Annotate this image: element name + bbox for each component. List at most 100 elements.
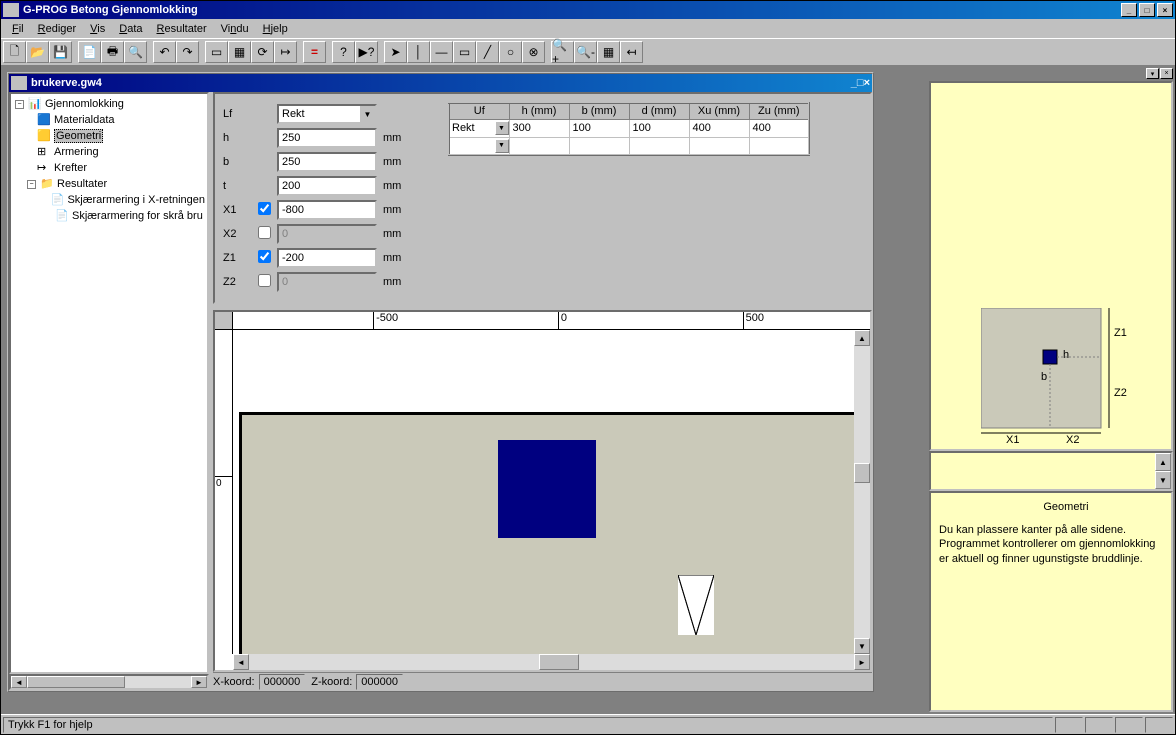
scroll-right-icon[interactable]: ► [854, 654, 870, 670]
viewport-hscroll[interactable]: ◄ ► [233, 654, 870, 670]
cell-d[interactable]: 100 [629, 119, 689, 137]
scroll-up-icon[interactable]: ▲ [1155, 453, 1171, 471]
drawing-canvas[interactable] [233, 330, 854, 654]
x1-input[interactable] [277, 200, 377, 220]
new-button[interactable]: 🗋 [3, 41, 26, 63]
print-button[interactable]: 🖶 [101, 41, 124, 63]
zcoord-label: Z-koord: [311, 676, 352, 688]
tree-resultater[interactable]: −📁 Resultater [13, 176, 205, 192]
doc-maximize-button[interactable]: □ [857, 77, 864, 89]
table-row[interactable]: Rekt▼ 300 100 100 400 400 [449, 119, 809, 137]
col-zu[interactable]: Zu (mm) [749, 103, 809, 119]
z2-checkbox[interactable] [258, 274, 271, 287]
grid-button[interactable]: ▦ [597, 41, 620, 63]
find-button[interactable]: 🔍 [124, 41, 147, 63]
menu-fil[interactable]: Fil [5, 21, 31, 37]
rect-button[interactable]: ▭ [453, 41, 476, 63]
tree-hscroll[interactable]: ◄ ► [9, 674, 209, 690]
xcircle-button[interactable]: ⊗ [522, 41, 545, 63]
cell-h[interactable]: 300 [509, 119, 569, 137]
snap-button[interactable]: ↤ [620, 41, 643, 63]
table-row[interactable]: ▼ [449, 137, 809, 155]
dock-close-button[interactable]: × [1160, 68, 1173, 79]
column-shape[interactable] [498, 440, 596, 538]
cell-b[interactable]: 100 [569, 119, 629, 137]
scroll-left-icon[interactable]: ◄ [11, 676, 27, 688]
item-icon: ↦ [37, 161, 51, 175]
hole-shape[interactable] [678, 575, 714, 635]
menu-hjelp[interactable]: Hjelp [256, 21, 295, 37]
circle-button[interactable]: ○ [499, 41, 522, 63]
col-uf[interactable]: Uf [449, 103, 509, 119]
preview-button[interactable]: 📄 [78, 41, 101, 63]
tree-result-2[interactable]: 📄 Skjærarmering for skrå bru [13, 208, 205, 224]
cell-uf-empty[interactable]: ▼ [449, 137, 509, 155]
viewport-vscroll[interactable]: ▲ ▼ [854, 330, 870, 654]
undo-button[interactable]: ↶ [153, 41, 176, 63]
status-box [1085, 717, 1113, 733]
doc-close-button[interactable]: × [864, 77, 870, 89]
scroll-down-icon[interactable]: ▼ [854, 638, 870, 654]
scroll-right-icon[interactable]: ► [191, 676, 207, 688]
chevron-down-icon[interactable]: ▼ [495, 121, 509, 135]
cell-uf[interactable]: Rekt▼ [449, 119, 509, 137]
tool-c-button[interactable]: ⟳ [251, 41, 274, 63]
tool-a-button[interactable]: ▭ [205, 41, 228, 63]
menu-resultater[interactable]: Resultater [150, 21, 214, 37]
folder-icon: 📁 [40, 177, 54, 191]
zoomout-button[interactable]: 🔍- [574, 41, 597, 63]
zoomin-button[interactable]: 🔍+ [551, 41, 574, 63]
dock-minimize-button[interactable]: ▾ [1146, 68, 1159, 79]
t-input[interactable] [277, 176, 377, 196]
lf-select[interactable]: Rekt ▼ [277, 104, 377, 124]
col-b[interactable]: b (mm) [569, 103, 629, 119]
pointer-button[interactable]: ➤ [384, 41, 407, 63]
scroll-left-icon[interactable]: ◄ [233, 654, 249, 670]
x2-checkbox[interactable] [258, 226, 271, 239]
open-button[interactable]: 📂 [26, 41, 49, 63]
tool-b-button[interactable]: ▦ [228, 41, 251, 63]
tool-d-button[interactable]: ↦ [274, 41, 297, 63]
menu-rediger[interactable]: Rediger [31, 21, 84, 37]
help-button[interactable]: ? [332, 41, 355, 63]
tree-root[interactable]: −📊 Gjennomlokking [13, 96, 205, 112]
z1-checkbox[interactable] [258, 250, 271, 263]
toolbar: 🗋 📂 💾 📄 🖶 🔍 ↶ ↷ ▭ ▦ ⟳ ↦ = ? ▶? ➤ │ — ▭ ╱… [1, 38, 1175, 66]
z1-input[interactable] [277, 248, 377, 268]
ruler-vertical: 0 [215, 330, 233, 654]
maximize-button[interactable]: □ [1139, 3, 1155, 17]
cell-zu[interactable]: 400 [749, 119, 809, 137]
doc-icon: 📄 [55, 209, 69, 223]
tree-krefter[interactable]: ↦ Krefter [13, 160, 205, 176]
scroll-down-icon[interactable]: ▼ [1155, 471, 1171, 489]
chevron-down-icon[interactable]: ▼ [495, 139, 509, 153]
menu-data[interactable]: Data [112, 21, 149, 37]
vline-button[interactable]: │ [407, 41, 430, 63]
redo-button[interactable]: ↷ [176, 41, 199, 63]
tree-result-1[interactable]: 📄 Skjærarmering i X-retningen [13, 192, 205, 208]
scroll-up-icon[interactable]: ▲ [854, 330, 870, 346]
help-body: Du kan plassere kanter på alle sidene. P… [939, 523, 1163, 566]
tree-armering[interactable]: ⊞ Armering [13, 144, 205, 160]
context-help-button[interactable]: ▶? [355, 41, 378, 63]
chevron-down-icon[interactable]: ▼ [359, 106, 375, 122]
close-button[interactable]: × [1157, 3, 1173, 17]
minimize-button[interactable]: _ [1121, 3, 1137, 17]
cell-xu[interactable]: 400 [689, 119, 749, 137]
b-input[interactable] [277, 152, 377, 172]
calc-button[interactable]: = [303, 41, 326, 63]
right-panes: Lf Rekt ▼ h mm [209, 92, 872, 690]
tree-geometri[interactable]: 🟨 Geometri [13, 128, 205, 144]
x1-checkbox[interactable] [258, 202, 271, 215]
col-xu[interactable]: Xu (mm) [689, 103, 749, 119]
tree-materialdata[interactable]: 🟦 Materialdata [13, 112, 205, 128]
menu-vindu[interactable]: Vindu [214, 21, 256, 37]
side-dock: ▾ × X1 X2 Z1 Z2 b h ▲ [929, 68, 1173, 712]
save-button[interactable]: 💾 [49, 41, 72, 63]
col-h[interactable]: h (mm) [509, 103, 569, 119]
menu-vis[interactable]: Vis [83, 21, 112, 37]
h-input[interactable] [277, 128, 377, 148]
hline-button[interactable]: — [430, 41, 453, 63]
diag-button[interactable]: ╱ [476, 41, 499, 63]
col-d[interactable]: d (mm) [629, 103, 689, 119]
